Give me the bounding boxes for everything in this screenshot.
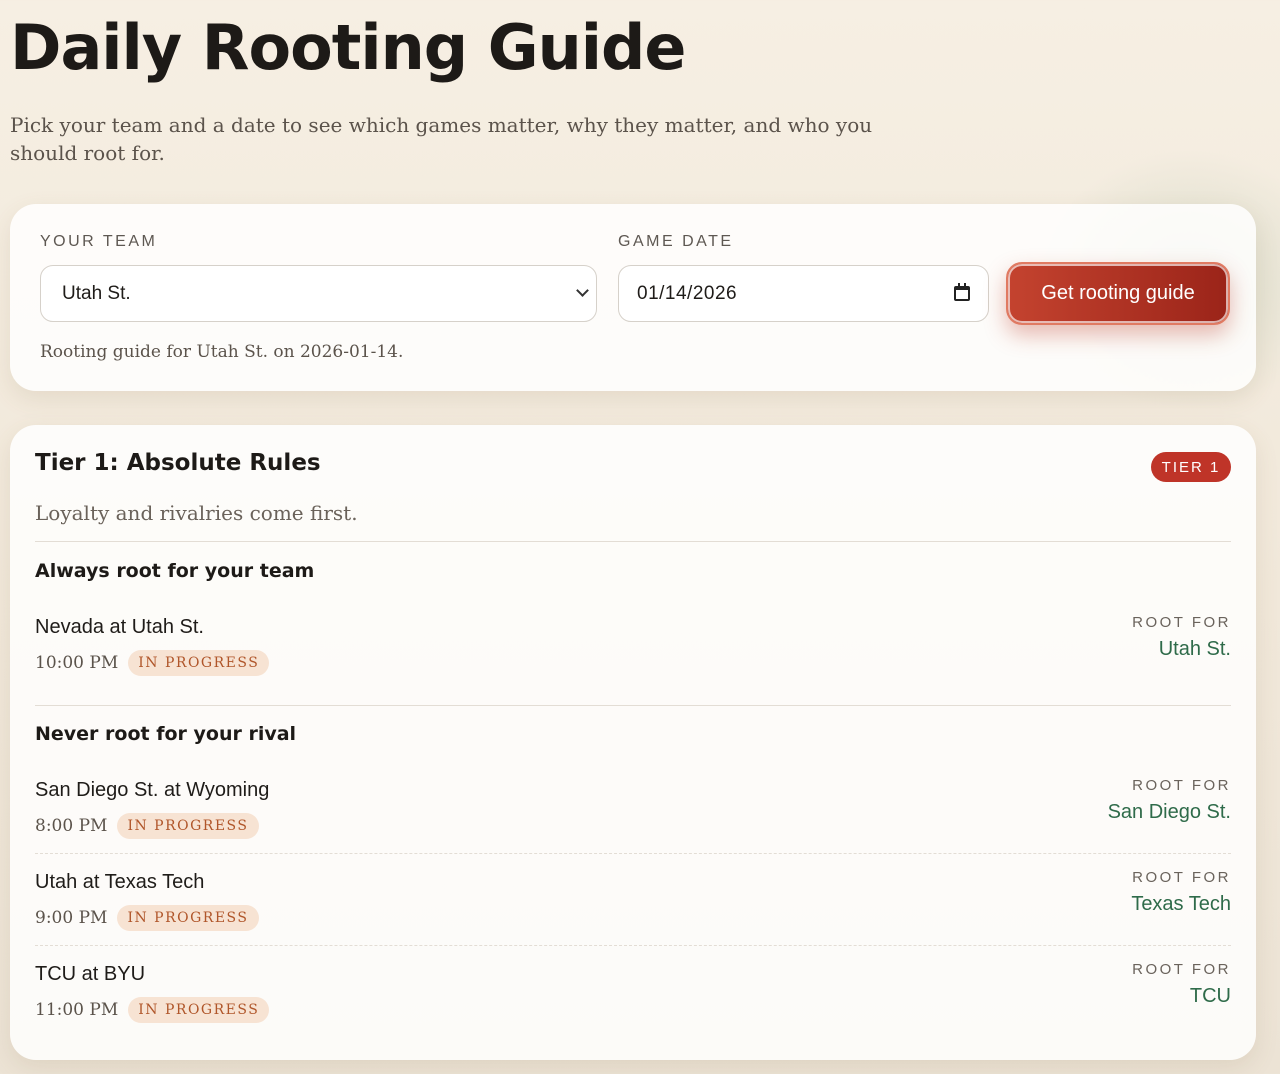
calendar-icon[interactable]	[954, 283, 970, 301]
divider	[35, 853, 1231, 854]
game-matchup: Nevada at Utah St.	[35, 616, 204, 638]
root-for-team: TCU	[1189, 985, 1231, 1007]
status-badge: IN PROGRESS	[128, 997, 270, 1023]
root-for-team: San Diego St.	[1107, 801, 1231, 823]
game-matchup: TCU at BYU	[35, 963, 146, 985]
group-title: Always root for your team	[35, 560, 315, 582]
game-time: 11:00 PM	[35, 1000, 119, 1020]
status-message: Rooting guide for Utah St. on 2026-01-14…	[40, 342, 404, 362]
game-time: 10:00 PM	[35, 653, 119, 673]
tier-badge: TIER 1	[1151, 452, 1231, 482]
root-for-label: ROOT FOR	[1132, 869, 1231, 886]
get-rooting-guide-button[interactable]: Get rooting guide	[1006, 262, 1230, 325]
game-row: Utah at Texas Tech 9:00 PM IN PROGRESS R…	[35, 869, 1231, 939]
root-for-team: Texas Tech	[1131, 893, 1231, 915]
date-label: GAME DATE	[618, 233, 734, 250]
game-meta: 9:00 PM IN PROGRESS	[35, 905, 259, 931]
divider	[35, 541, 1231, 542]
page-title: Daily Rooting Guide	[10, 11, 686, 84]
tier-subtitle: Loyalty and rivalries come first.	[35, 501, 358, 525]
root-for-label: ROOT FOR	[1132, 961, 1231, 978]
game-matchup: San Diego St. at Wyoming	[35, 779, 270, 801]
status-badge: IN PROGRESS	[117, 813, 259, 839]
page-subtitle: Pick your team and a date to see which g…	[10, 113, 873, 165]
game-time: 8:00 PM	[35, 816, 108, 836]
game-row: TCU at BYU 11:00 PM IN PROGRESS ROOT FOR…	[35, 961, 1231, 1031]
game-meta: 10:00 PM IN PROGRESS	[35, 650, 270, 676]
root-for-label: ROOT FOR	[1132, 777, 1231, 794]
root-for-label: ROOT FOR	[1132, 614, 1231, 631]
date-input-value: 01/14/2026	[637, 282, 738, 304]
chevron-down-icon	[576, 284, 589, 297]
tier-title: Tier 1: Absolute Rules	[35, 450, 321, 476]
game-meta: 8:00 PM IN PROGRESS	[35, 813, 259, 839]
game-row: San Diego St. at Wyoming 8:00 PM IN PROG…	[35, 777, 1231, 847]
game-time: 9:00 PM	[35, 908, 108, 928]
group-title: Never root for your rival	[35, 723, 297, 745]
game-matchup: Utah at Texas Tech	[35, 871, 205, 893]
root-for-team: Utah St.	[1158, 638, 1231, 660]
game-row: Nevada at Utah St. 10:00 PM IN PROGRESS …	[35, 614, 1231, 684]
game-meta: 11:00 PM IN PROGRESS	[35, 997, 270, 1023]
status-badge: IN PROGRESS	[128, 650, 270, 676]
status-badge: IN PROGRESS	[117, 905, 259, 931]
date-input[interactable]: 01/14/2026	[618, 265, 989, 322]
team-select[interactable]: Utah St.	[40, 265, 597, 322]
divider	[35, 945, 1231, 946]
team-select-value: Utah St.	[62, 282, 131, 304]
divider	[35, 705, 1231, 706]
team-label: YOUR TEAM	[40, 233, 158, 250]
